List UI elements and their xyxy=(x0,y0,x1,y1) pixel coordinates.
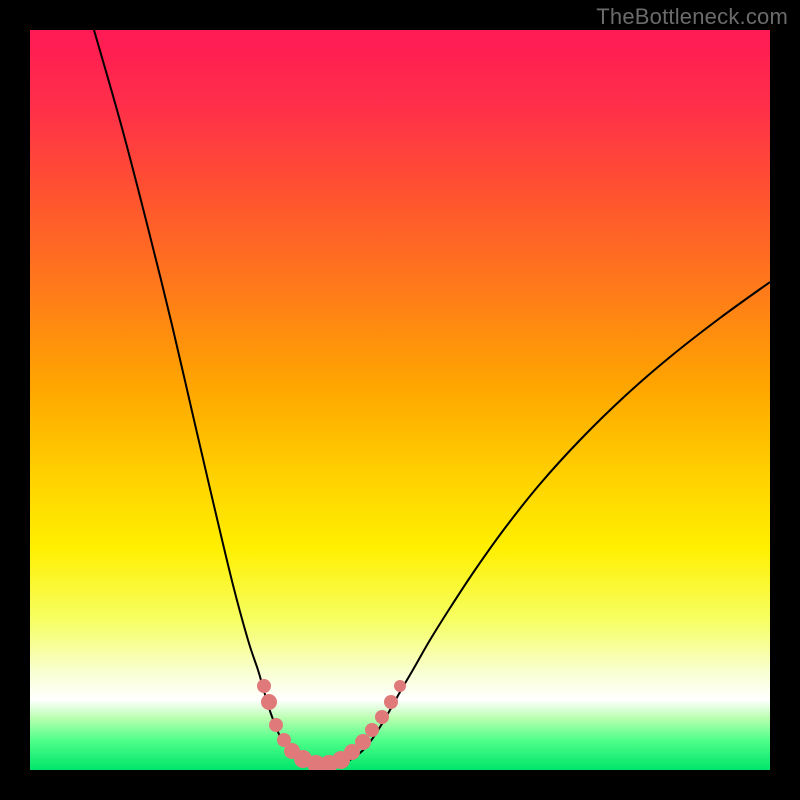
watermark-text: TheBottleneck.com xyxy=(596,4,788,30)
outer-frame: TheBottleneck.com xyxy=(0,0,800,800)
curve-layer xyxy=(30,30,770,770)
data-marker xyxy=(384,695,398,709)
data-marker xyxy=(355,734,371,750)
plot-area xyxy=(30,30,770,770)
data-marker xyxy=(394,680,406,692)
curve-right-branch xyxy=(320,282,770,768)
marker-group xyxy=(257,679,406,770)
data-marker xyxy=(375,710,389,724)
data-marker xyxy=(269,718,283,732)
data-marker xyxy=(365,723,379,737)
data-marker xyxy=(257,679,271,693)
data-marker xyxy=(261,694,277,710)
curve-left-branch xyxy=(94,30,320,768)
